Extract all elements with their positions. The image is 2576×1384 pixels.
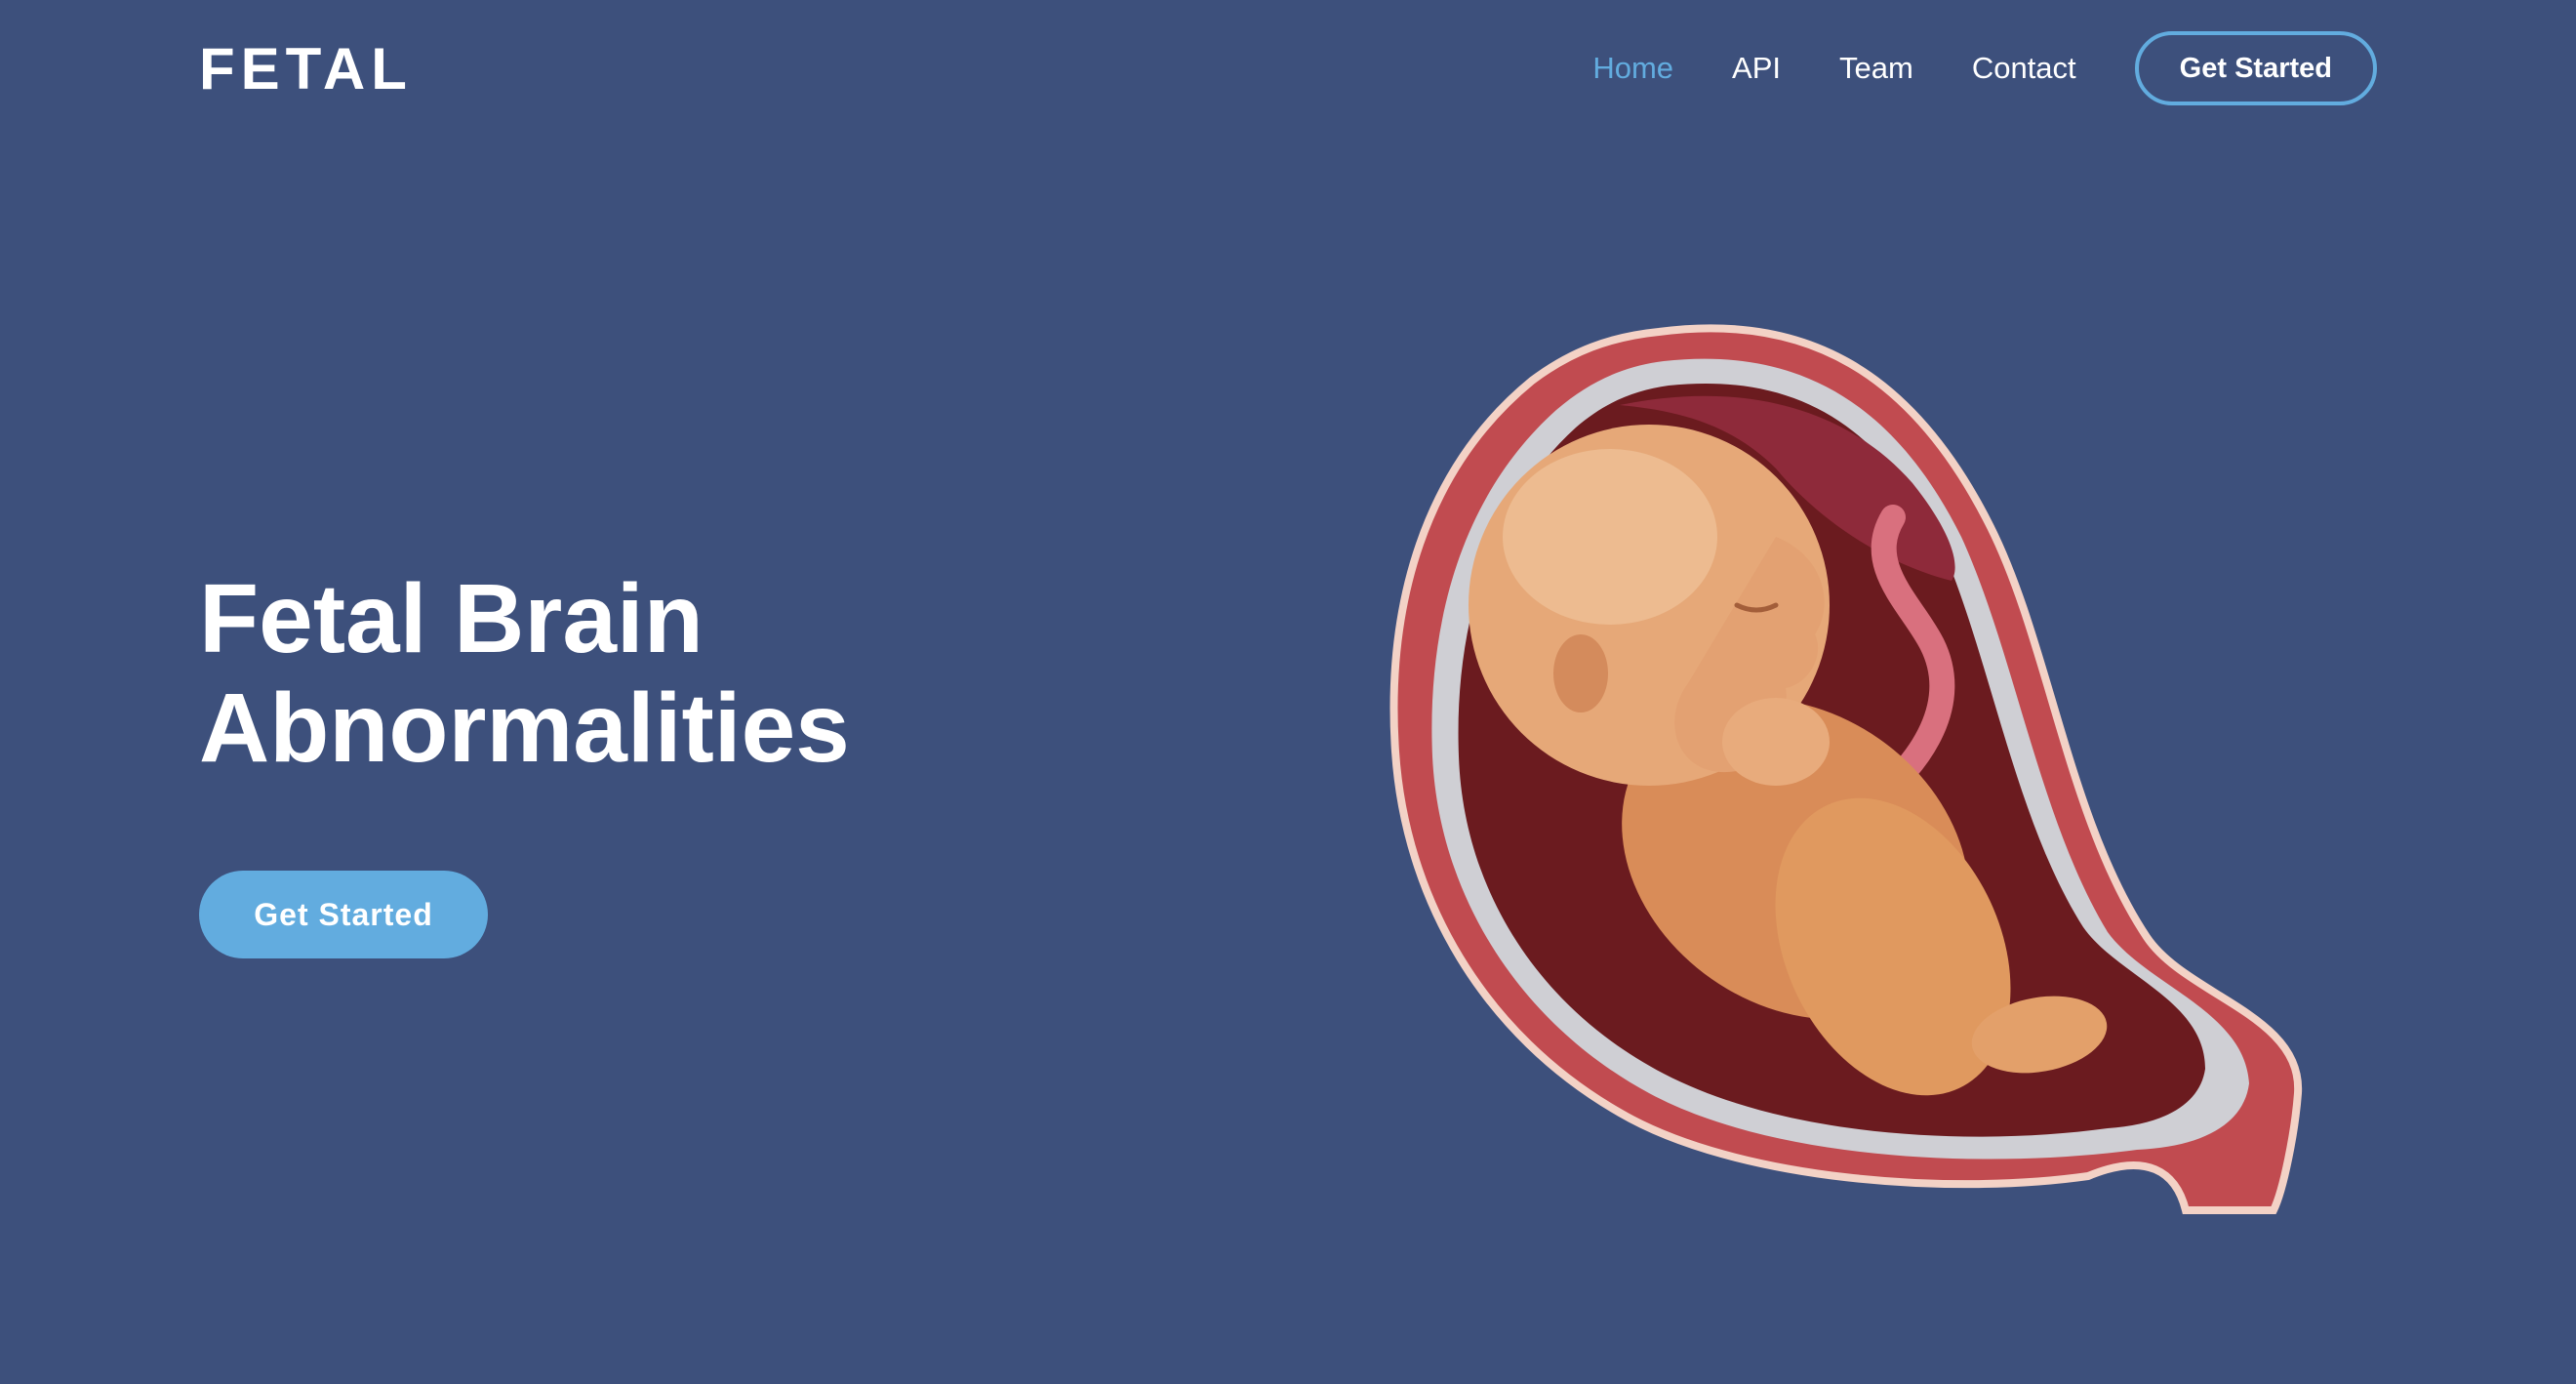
nav-link-team[interactable]: Team — [1839, 49, 1913, 88]
hero-title-line1: Fetal Brain — [199, 564, 704, 673]
main-nav: Home API Team Contact Get Started — [1534, 27, 2377, 109]
fetus-hand — [1722, 698, 1830, 786]
nav-link-api[interactable]: API — [1732, 49, 1781, 88]
fetus-head-highlight — [1503, 449, 1717, 625]
site-logo[interactable]: FETAL — [199, 35, 413, 103]
hero-title: Fetal Brain Abnormalities — [199, 564, 1077, 783]
fetus-ear — [1553, 634, 1608, 712]
header-get-started-button[interactable]: Get Started — [2134, 31, 2377, 105]
site-header: FETAL Home API Team Contact Get Started — [0, 0, 2576, 137]
hero-title-line2: Abnormalities — [199, 673, 850, 783]
nav-link-home[interactable]: Home — [1592, 49, 1673, 88]
fetus-in-womb-illustration — [1389, 324, 2303, 1214]
nav-link-contact[interactable]: Contact — [1972, 49, 2076, 88]
hero-get-started-button[interactable]: Get Started — [199, 871, 488, 958]
